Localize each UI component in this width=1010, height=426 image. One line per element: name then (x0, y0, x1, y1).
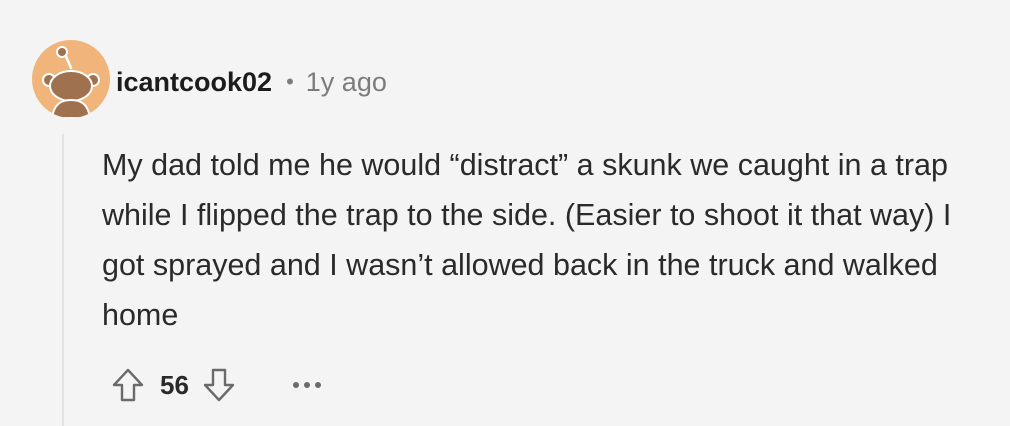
comment-header: icantcook02 • 1y ago (116, 58, 387, 106)
timestamp[interactable]: 1y ago (306, 67, 387, 98)
arrow-down-outline-icon (203, 368, 235, 402)
arrow-up-outline-icon (112, 368, 144, 402)
downvote-button[interactable] (199, 362, 239, 408)
thread-line[interactable] (62, 134, 64, 426)
username-link[interactable]: icantcook02 (116, 67, 272, 98)
reddit-snoo-avatar-icon (42, 46, 100, 118)
comment-body: My dad told me he would “distract” a sku… (102, 148, 952, 332)
separator-dot: • (286, 69, 294, 94)
vote-score: 56 (160, 369, 189, 400)
avatar[interactable] (32, 40, 110, 118)
more-horizontal-icon (292, 382, 321, 388)
upvote-button[interactable] (108, 362, 148, 408)
more-options-button[interactable] (287, 362, 327, 408)
comment-actions: 56 (108, 362, 327, 408)
comment: icantcook02 • 1y ago My dad told me he w… (0, 0, 1010, 426)
